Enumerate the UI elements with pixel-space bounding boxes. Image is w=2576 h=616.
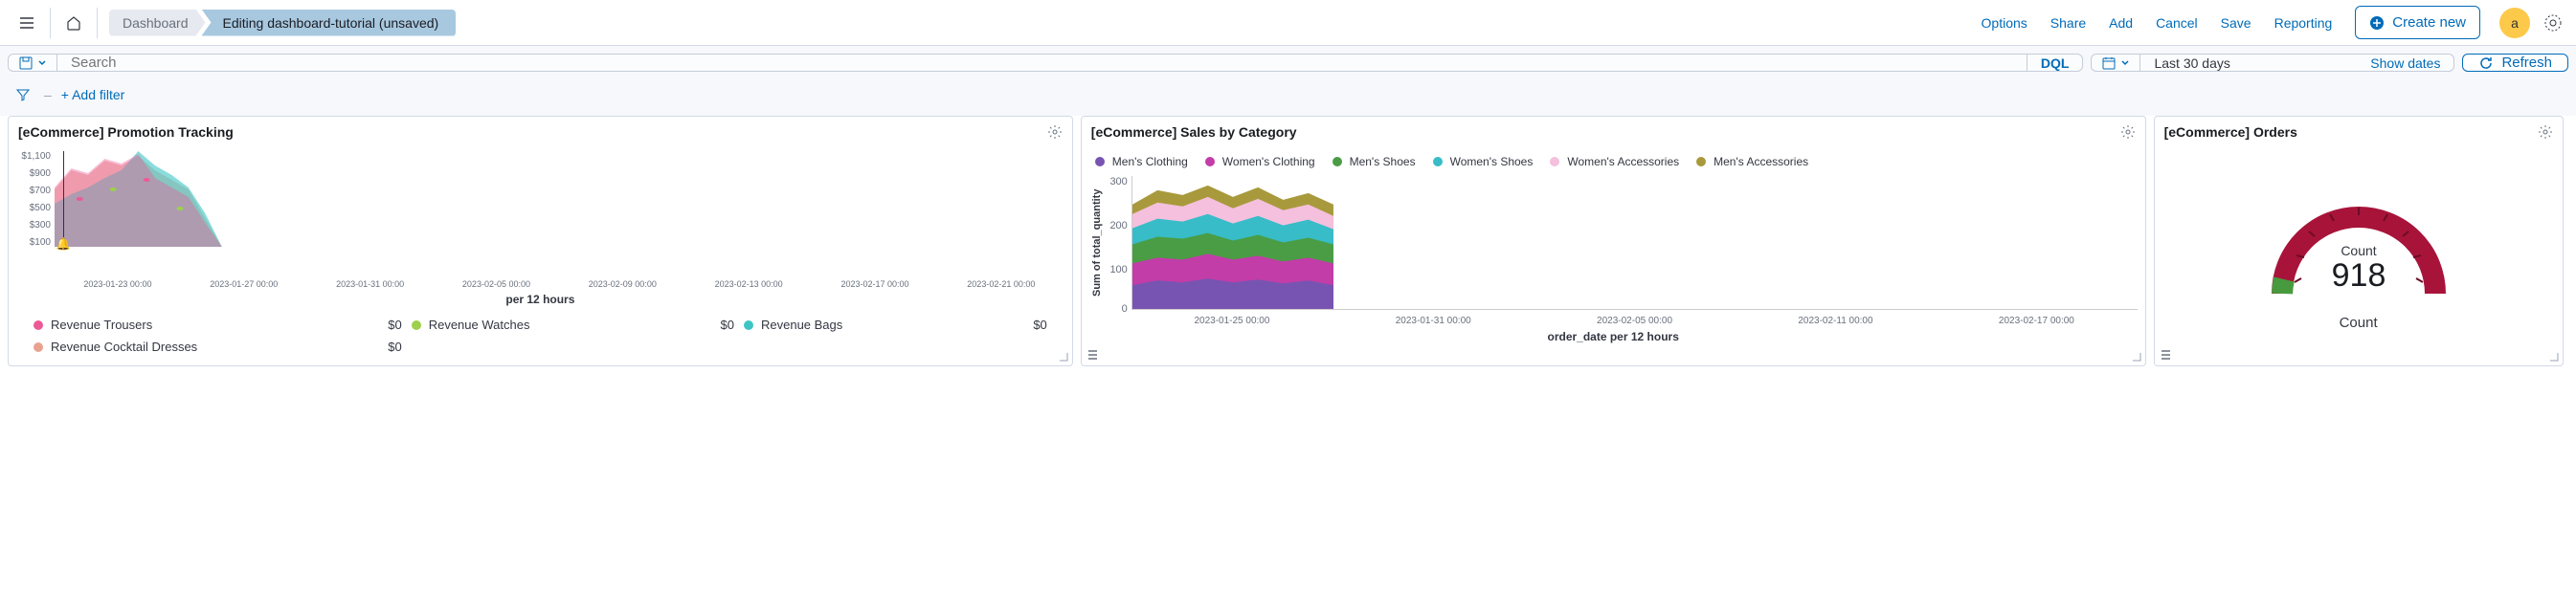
stacked-area-svg xyxy=(1132,176,2138,309)
chevron-down-icon xyxy=(2120,58,2130,68)
legend-item[interactable]: Revenue Watches xyxy=(412,318,677,332)
share-link[interactable]: Share xyxy=(2050,15,2086,31)
panel-title: [eCommerce] Orders xyxy=(2164,124,2538,140)
legend-item[interactable]: Revenue Cocktail Dresses xyxy=(34,340,345,354)
breadcrumb-dashboard[interactable]: Dashboard xyxy=(109,10,206,36)
breadcrumb-current: Editing dashboard-tutorial (unsaved) xyxy=(202,10,457,36)
gauge-value: 918 xyxy=(2331,257,2386,294)
list-icon[interactable] xyxy=(1086,348,1099,362)
y-axis-ticks: $1,100 $900 $700 $500 $300 $100 xyxy=(16,151,53,247)
filter-toggle-icon[interactable] xyxy=(11,83,34,106)
y-axis-label: Sum of total_quantity xyxy=(1089,176,1105,310)
chart-sales-by-category: Sum of total_quantity 300 200 100 0 xyxy=(1089,176,2138,310)
filter-dash: – xyxy=(44,87,52,102)
help-icon[interactable] xyxy=(2538,8,2568,38)
hamburger-menu-icon[interactable] xyxy=(8,4,46,42)
time-range-display[interactable]: Last 30 days xyxy=(2140,55,2357,71)
time-picker-group: Last 30 days Show dates xyxy=(2091,54,2454,72)
add-filter-button[interactable]: + Add filter xyxy=(61,87,125,102)
calendar-icon xyxy=(2101,55,2117,71)
saved-queries-button[interactable] xyxy=(9,55,57,71)
legend-item[interactable]: Women's Clothing xyxy=(1205,155,1315,168)
save-icon xyxy=(18,55,34,71)
legend-item[interactable]: Men's Clothing xyxy=(1095,155,1188,168)
gear-icon[interactable] xyxy=(2120,124,2136,140)
legend-item[interactable]: Men's Shoes xyxy=(1333,155,1416,168)
refresh-label: Refresh xyxy=(2501,55,2552,71)
search-input[interactable] xyxy=(57,55,2027,71)
create-new-button[interactable]: Create new xyxy=(2355,6,2480,39)
gear-icon[interactable] xyxy=(1047,124,1063,140)
panel-title: [eCommerce] Sales by Category xyxy=(1091,124,2120,140)
legend-item[interactable]: Men's Accessories xyxy=(1696,155,1808,168)
save-link[interactable]: Save xyxy=(2221,15,2251,31)
panel-promotion-tracking: [eCommerce] Promotion Tracking $1,100 $9… xyxy=(8,116,1073,366)
home-icon[interactable] xyxy=(55,4,93,42)
legend-item[interactable]: Revenue Trousers xyxy=(34,318,345,332)
refresh-icon xyxy=(2478,55,2494,71)
show-dates-link[interactable]: Show dates xyxy=(2357,55,2453,71)
y-axis-ticks: 300 200 100 0 xyxy=(1105,176,1131,310)
legend-item[interactable]: Revenue Bags xyxy=(744,318,990,332)
add-link[interactable]: Add xyxy=(2109,15,2133,31)
plus-circle-icon xyxy=(2369,15,2385,31)
panel-sales-by-category: [eCommerce] Sales by Category Men's Clot… xyxy=(1081,116,2146,366)
gauge-label: Count xyxy=(2341,243,2376,258)
calendar-button[interactable] xyxy=(2092,55,2140,71)
gauge-caption: Count xyxy=(2340,315,2378,331)
dql-button[interactable]: DQL xyxy=(2027,55,2083,71)
reporting-link[interactable]: Reporting xyxy=(2274,15,2333,31)
x-axis-label: per 12 hours xyxy=(16,293,1064,306)
dashboard-panels: [eCommerce] Promotion Tracking $1,100 $9… xyxy=(0,116,2576,374)
query-bar: DQL Last 30 days Show dates Refresh xyxy=(0,46,2576,79)
chart-legend: Men's Clothing Women's Clothing Men's Sh… xyxy=(1089,151,2138,176)
top-header: Dashboard Editing dashboard-tutorial (un… xyxy=(0,0,2576,46)
legend-item[interactable]: Women's Shoes xyxy=(1433,155,1534,168)
breadcrumb: Dashboard Editing dashboard-tutorial (un… xyxy=(109,10,456,36)
x-axis-label: order_date per 12 hours xyxy=(1089,330,2138,343)
cancel-link[interactable]: Cancel xyxy=(2156,15,2198,31)
filter-bar: – + Add filter xyxy=(0,79,2576,116)
x-axis-ticks: 2023-01-25 00:00 2023-01-31 00:00 2023-0… xyxy=(1131,316,2138,326)
panel-title: [eCommerce] Promotion Tracking xyxy=(18,124,1047,140)
resize-handle-icon[interactable] xyxy=(2549,352,2559,362)
refresh-button[interactable]: Refresh xyxy=(2462,54,2568,72)
list-icon[interactable] xyxy=(2159,348,2172,362)
chevron-down-icon xyxy=(37,58,47,68)
avatar[interactable]: a xyxy=(2499,8,2530,38)
x-axis-ticks: 2023-01-23 00:00 2023-01-27 00:00 2023-0… xyxy=(55,279,1064,289)
chart-promotion-tracking: $1,100 $900 $700 $500 $300 $100 🔔 🔔 🔔 xyxy=(55,151,1059,275)
chart-legend: Revenue Trousers $0 Revenue Watches $0 R… xyxy=(16,306,1064,358)
header-actions: Options Share Add Cancel Save Reporting … xyxy=(1982,6,2492,39)
resize-handle-icon[interactable] xyxy=(1059,352,1068,362)
divider xyxy=(97,8,98,38)
create-new-label: Create new xyxy=(2392,14,2466,31)
gear-icon[interactable] xyxy=(2538,124,2553,140)
gauge-chart: Count 918 Count xyxy=(2162,151,2555,358)
panel-orders: [eCommerce] Orders xyxy=(2154,116,2564,366)
divider xyxy=(50,8,51,38)
legend-item[interactable]: Women's Accessories xyxy=(1550,155,1679,168)
search-group: DQL xyxy=(8,54,2083,72)
options-link[interactable]: Options xyxy=(1982,15,2027,31)
area-chart-svg xyxy=(55,151,1059,247)
resize-handle-icon[interactable] xyxy=(2132,352,2141,362)
